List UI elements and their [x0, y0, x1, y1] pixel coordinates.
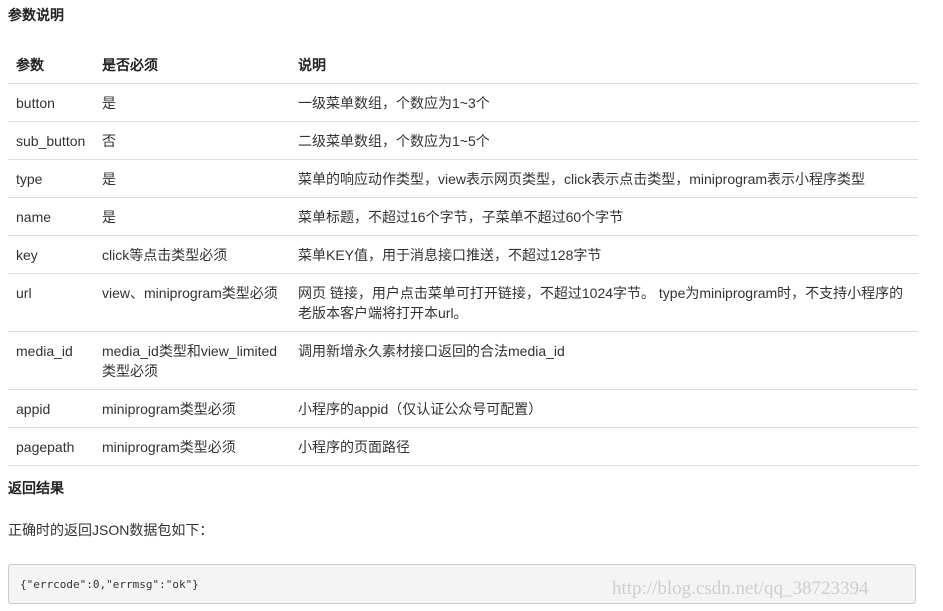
header-required: 是否必须	[102, 57, 158, 73]
cell-description: 网页 链接，用户点击菜单可打开链接，不超过1024字节。 type为minipr…	[290, 273, 918, 332]
cell-description: 菜单标题，不超过16个字节，子菜单不超过60个字节	[290, 197, 918, 236]
cell-required: miniprogram类型必须	[94, 389, 290, 428]
table-row: sub_button 否二级菜单数组，个数应为1~5个	[8, 121, 918, 160]
cell-required: 是	[94, 197, 290, 236]
cell-param: pagepath	[8, 427, 94, 466]
result-intro: 正确时的返回JSON数据包如下：	[8, 522, 214, 538]
cell-description: 一级菜单数组，个数应为1~3个	[290, 83, 918, 122]
cell-description: 二级菜单数组，个数应为1~5个	[290, 121, 918, 160]
cell-required: click等点击类型必须	[94, 235, 290, 274]
table-row: name 是菜单标题，不超过16个字节，子菜单不超过60个字节	[8, 197, 918, 236]
watermark: http://blog.csdn.net/qq_38723394	[612, 578, 869, 599]
params-table: 参数 是否必须 说明 button 是一级菜单数组，个数应为1~3个 sub_but…	[8, 47, 918, 466]
table-row: appid miniprogram类型必须 小程序的appid（仅认证公众号可配置）	[8, 389, 918, 428]
cell-param: appid	[8, 389, 94, 428]
table-row: url view、miniprogram类型必须 网页 链接，用户点击菜单可打开链接…	[8, 273, 918, 332]
header-description: 说明	[298, 57, 326, 73]
cell-param: media_id	[8, 331, 94, 390]
cell-description: 菜单的响应动作类型，view表示网页类型，click表示点击类型，minipro…	[290, 159, 918, 198]
table-header-row: 参数 是否必须 说明	[8, 47, 918, 84]
table-row: type 是菜单的响应动作类型，view表示网页类型，click表示点击类型，mi…	[8, 159, 918, 198]
section-title-params: 参数说明	[8, 7, 64, 23]
cell-param: key	[8, 235, 94, 274]
cell-required: view、miniprogram类型必须	[94, 273, 290, 332]
table-row: media_id media_id类型和view_limited类型必须 调用新增永…	[8, 331, 918, 390]
cell-description: 调用新增永久素材接口返回的合法media_id	[290, 331, 918, 390]
table-row: pagepath miniprogram类型必须 小程序的页面路径	[8, 427, 918, 466]
cell-required: media_id类型和view_limited类型必须	[94, 331, 290, 390]
cell-required: 是	[94, 159, 290, 198]
header-param: 参数	[16, 57, 44, 73]
cell-description: 小程序的页面路径	[290, 427, 918, 466]
cell-param: sub_button	[8, 121, 94, 160]
section-title-result: 返回结果	[8, 480, 64, 496]
cell-required: miniprogram类型必须	[94, 427, 290, 466]
cell-required: 否	[94, 121, 290, 160]
cell-param: type	[8, 159, 94, 198]
table-row: key click等点击类型必须 菜单KEY值，用于消息接口推送，不超过128字节	[8, 235, 918, 274]
cell-required: 是	[94, 83, 290, 122]
table-row: button 是一级菜单数组，个数应为1~3个	[8, 83, 918, 122]
cell-param: url	[8, 273, 94, 332]
cell-param: name	[8, 197, 94, 236]
cell-description: 菜单KEY值，用于消息接口推送，不超过128字节	[290, 235, 918, 274]
cell-param: button	[8, 83, 94, 122]
cell-description: 小程序的appid（仅认证公众号可配置）	[290, 389, 918, 428]
